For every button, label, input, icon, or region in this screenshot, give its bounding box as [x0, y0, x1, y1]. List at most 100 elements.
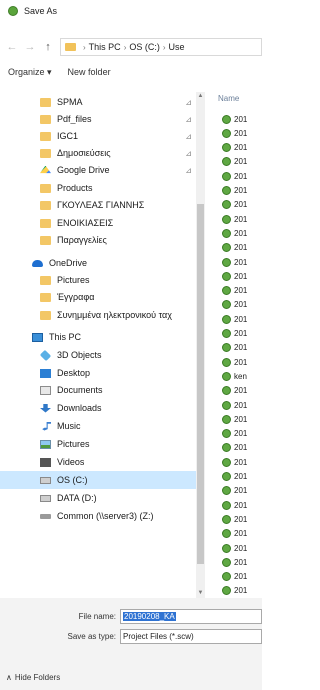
sidebar-item-products[interactable]: Products — [0, 179, 196, 197]
file-name-value[interactable]: 20190208_KA — [123, 611, 176, 621]
file-list-item[interactable]: 201 — [222, 441, 247, 455]
sidebar-item-documents[interactable]: Documents — [0, 381, 196, 399]
file-list-item[interactable]: 201 — [222, 341, 247, 355]
sidebar-item-[interactable]: ΓΚΟΥΛΕΑΣ ΓΙΑΝΝΗΣ — [0, 196, 196, 214]
desktop-icon — [40, 368, 51, 378]
file-name-field[interactable]: 20190208_KA — [120, 608, 262, 624]
sidebar-item-google-drive[interactable]: Google Drive ⊿ — [0, 161, 196, 179]
forward-arrow-icon[interactable]: → — [24, 41, 36, 53]
new-folder-button[interactable]: New folder — [68, 67, 111, 77]
file-list-item[interactable]: 201 — [222, 184, 247, 198]
sidebar-item-music[interactable]: Music — [0, 417, 196, 435]
address-bar[interactable]: › This PC › OS (C:) › Use — [60, 38, 262, 56]
breadcrumb-this-pc[interactable]: This PC — [89, 42, 121, 52]
sidebar-item-downloads[interactable]: Downloads — [0, 399, 196, 417]
file-list-item[interactable]: 201 — [222, 570, 247, 584]
sidebar-item-os-c[interactable]: OS (C:) — [0, 471, 196, 489]
google-drive-icon — [40, 165, 51, 174]
sidebar-item-desktop[interactable]: Desktop — [0, 364, 196, 382]
file-list-item[interactable]: 201 — [222, 269, 247, 283]
sidebar-item-[interactable]: ΕΝΟΙΚΙΑΣΕΙΣ — [0, 214, 196, 232]
sidebar-item-igc1[interactable]: IGC1 ⊿ — [0, 127, 196, 145]
file-list-item[interactable]: 201 — [222, 512, 247, 526]
project-file-icon — [222, 543, 231, 553]
pin-icon: ⊿ — [185, 97, 192, 107]
file-name: 201 — [234, 343, 248, 353]
column-header-name[interactable]: Name — [218, 94, 239, 103]
file-list-item[interactable]: 201 — [222, 541, 247, 555]
up-arrow-icon[interactable]: ↑ — [42, 41, 54, 53]
sidebar-item-[interactable]: Παραγγελίες — [0, 231, 196, 249]
file-list-item[interactable]: 201 — [222, 455, 247, 469]
project-file-icon — [222, 343, 231, 353]
navigation-pane: SPMA ⊿ Pdf_files ⊿ IGC1 ⊿ Δημοσιεύσεις ⊿ Google … — [0, 84, 205, 596]
scroll-up-icon[interactable]: ▲ — [196, 92, 205, 101]
sidebar-item-this-pc[interactable]: This PC — [0, 328, 196, 346]
folder-icon — [40, 183, 51, 193]
sidebar-item-onedrive[interactable]: OneDrive — [0, 254, 196, 272]
sidebar-item-common-server3-z[interactable]: Common (\\server3) (Z:) — [0, 507, 196, 525]
file-name: 201 — [234, 400, 248, 410]
file-name: 201 — [234, 243, 248, 253]
chevron-up-icon: ∧ — [6, 673, 12, 682]
sidebar-item-pdf-files[interactable]: Pdf_files ⊿ — [0, 110, 196, 128]
breadcrumb-users[interactable]: Use — [169, 42, 185, 52]
sidebar-item-videos[interactable]: Videos — [0, 453, 196, 471]
sidebar-item-spma[interactable]: SPMA ⊿ — [0, 93, 196, 111]
file-list-item[interactable]: 201 — [222, 126, 247, 140]
hide-folders-button[interactable]: ∧ Hide Folders — [6, 673, 60, 682]
file-list-item[interactable]: 201 — [222, 141, 247, 155]
back-arrow-icon[interactable]: ← — [6, 41, 18, 53]
file-list-item[interactable]: 201 — [222, 427, 247, 441]
file-list-item[interactable]: 201 — [222, 312, 247, 326]
file-list-item[interactable]: 201 — [222, 355, 247, 369]
file-list-item[interactable]: 201 — [222, 498, 247, 512]
file-list-item[interactable]: ken — [222, 369, 247, 383]
onedrive-icon — [32, 259, 43, 267]
folder-icon — [40, 200, 51, 210]
file-list-item[interactable]: 201 — [222, 241, 247, 255]
file-list-item[interactable]: 201 — [222, 198, 247, 212]
file-list-item[interactable]: 201 — [222, 484, 247, 498]
scroll-down-icon[interactable]: ▼ — [196, 589, 205, 598]
folder-icon — [40, 114, 51, 124]
project-file-icon — [222, 400, 231, 410]
sidebar-item-[interactable]: Δημοσιεύσεις ⊿ — [0, 144, 196, 162]
file-list-item[interactable]: 201 — [222, 169, 247, 183]
file-list-item[interactable]: 201 — [222, 470, 247, 484]
file-list-item[interactable]: 201 — [222, 384, 247, 398]
file-list-item[interactable]: 201 — [222, 398, 247, 412]
sidebar-item-[interactable]: Έγγραφα — [0, 288, 196, 306]
nav-pane-scrollbar[interactable]: ▲ ▼ — [196, 92, 205, 598]
sidebar-item-pictures[interactable]: Pictures — [0, 271, 196, 289]
file-list-item[interactable]: 201 — [222, 555, 247, 569]
file-list-item[interactable]: 201 — [222, 255, 247, 269]
project-file-icon — [222, 200, 231, 210]
project-file-icon — [222, 286, 231, 296]
documents-icon — [40, 385, 51, 395]
scrollbar-thumb[interactable] — [197, 204, 204, 564]
file-list-item[interactable]: 201 — [222, 527, 247, 541]
file-name: 201 — [234, 543, 248, 553]
file-list-item[interactable]: 201 — [222, 284, 247, 298]
file-list-item[interactable]: 201 — [222, 155, 247, 169]
file-list-item[interactable]: 201 — [222, 298, 247, 312]
file-name: 201 — [234, 557, 248, 567]
file-list-item[interactable]: 201 — [222, 226, 247, 240]
sidebar-item-[interactable]: Συνημμένα ηλεκτρονικού ταχ — [0, 306, 196, 324]
file-list-item[interactable]: 201 — [222, 584, 247, 596]
project-file-icon — [222, 114, 231, 124]
file-list-item[interactable]: 201 — [222, 412, 247, 426]
project-file-icon — [222, 514, 231, 524]
sidebar-item-3d-objects[interactable]: 3D Objects — [0, 346, 196, 364]
file-list-item[interactable]: 201 — [222, 327, 247, 341]
sidebar-item-pictures[interactable]: Pictures — [0, 435, 196, 453]
organize-button[interactable]: Organize ▾ — [8, 67, 52, 78]
sidebar-item-data-d[interactable]: DATA (D:) — [0, 489, 196, 507]
sidebar-item-label: DATA (D:) — [57, 493, 97, 503]
file-name: 201 — [234, 529, 248, 539]
file-list-item[interactable]: 201 — [222, 212, 247, 226]
breadcrumb-os-c[interactable]: OS (C:) — [129, 42, 160, 52]
save-as-type-select[interactable]: Project Files (*.scw) — [120, 628, 262, 644]
file-list-item[interactable]: 201 — [222, 112, 247, 126]
